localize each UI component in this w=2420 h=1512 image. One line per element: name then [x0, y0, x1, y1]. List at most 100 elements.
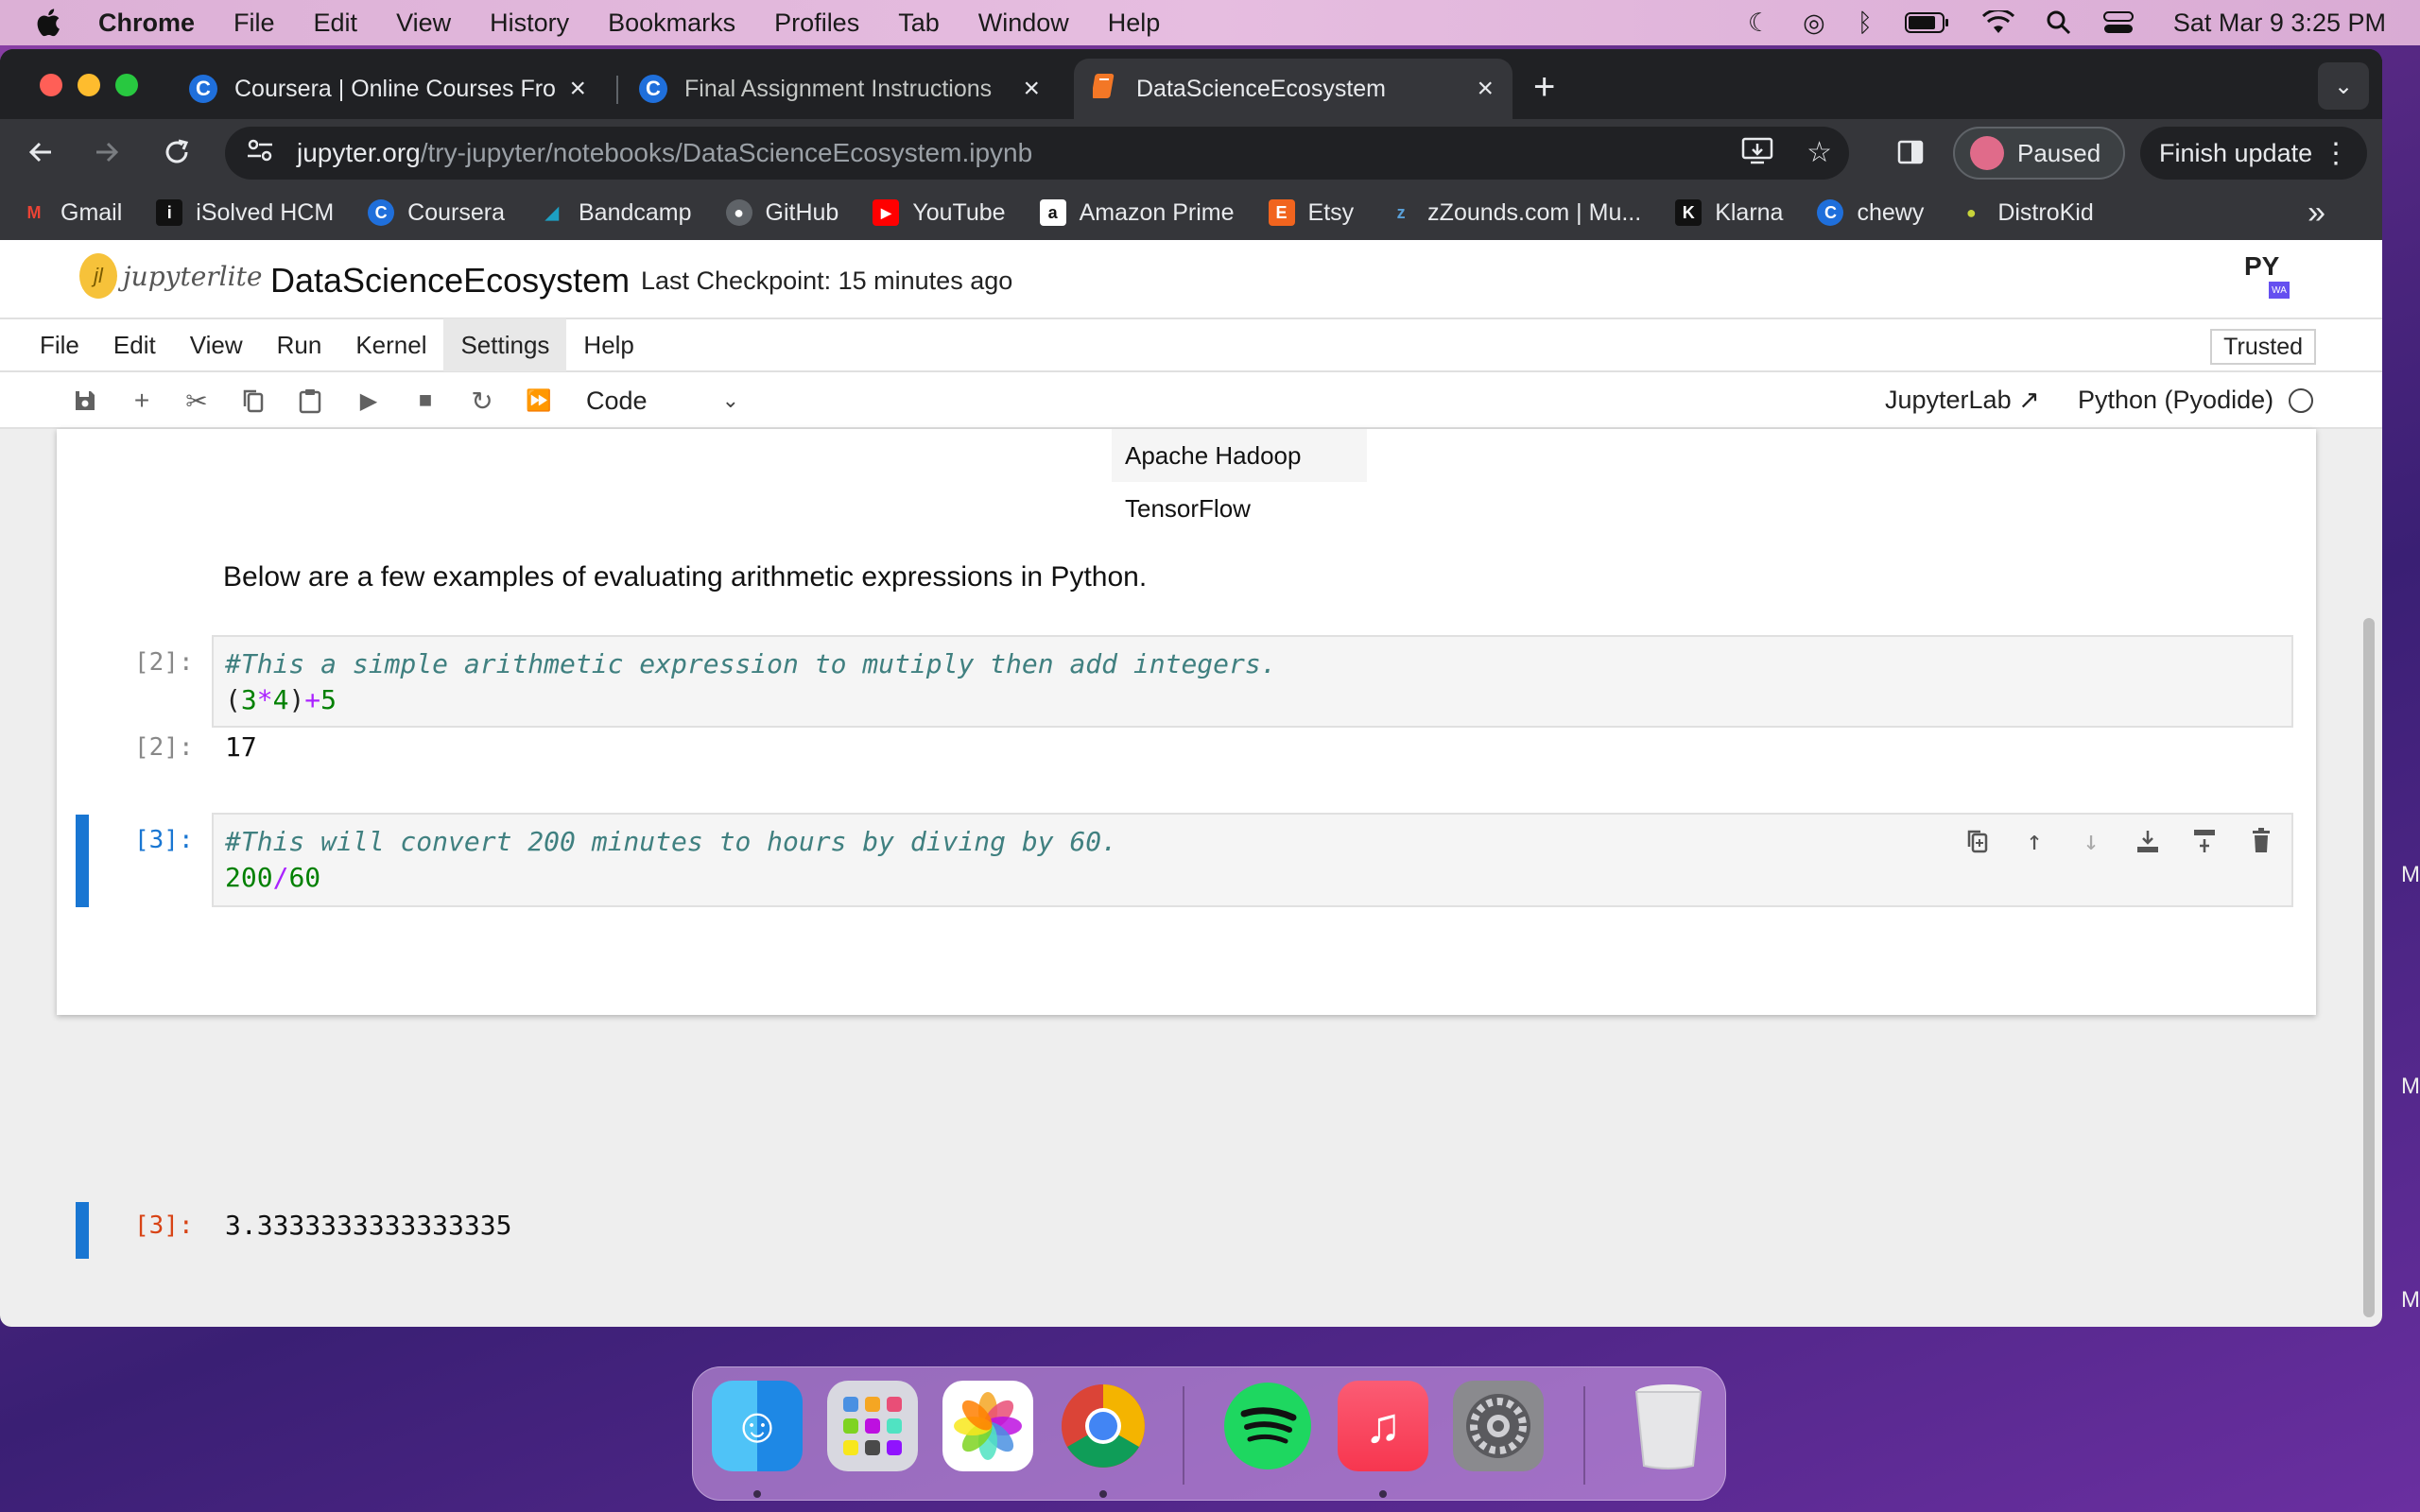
- bookmark-distrokid[interactable]: ● DistroKid: [1958, 199, 2094, 227]
- jmenu-view[interactable]: View: [173, 318, 260, 371]
- restart-icon[interactable]: ↻: [467, 386, 497, 416]
- bookmark-isolved[interactable]: i iSolved HCM: [156, 199, 334, 227]
- menu-history[interactable]: History: [490, 9, 569, 38]
- close-tab-icon[interactable]: ×: [1477, 73, 1494, 105]
- code-token: 4: [272, 684, 289, 715]
- close-tab-icon[interactable]: ×: [569, 73, 586, 105]
- bluetooth-icon[interactable]: ᛒ: [1858, 9, 1873, 38]
- trusted-indicator[interactable]: Trusted: [2210, 329, 2316, 365]
- tab-datascienceecosystem[interactable]: DataScienceEcosystem ×: [1074, 59, 1512, 119]
- stop-icon[interactable]: ■: [410, 386, 441, 416]
- reload-button[interactable]: [155, 130, 199, 174]
- side-panel-icon[interactable]: [1889, 130, 1932, 174]
- menu-help[interactable]: Help: [1108, 9, 1161, 38]
- jmenu-edit[interactable]: Edit: [96, 318, 173, 371]
- finish-update-button[interactable]: Finish update ⋮: [2140, 127, 2367, 180]
- jupyterlite-logo[interactable]: jl jupyterlite: [79, 253, 262, 299]
- back-button[interactable]: [19, 130, 62, 174]
- spotlight-search-icon[interactable]: [2047, 10, 2071, 35]
- notebook-title[interactable]: DataScienceEcosystem: [270, 261, 630, 301]
- save-icon[interactable]: [70, 386, 100, 416]
- menu-window[interactable]: Window: [978, 9, 1069, 38]
- add-cell-icon[interactable]: +: [127, 386, 157, 416]
- delete-cell-icon[interactable]: [2242, 822, 2280, 860]
- move-down-icon[interactable]: ↓: [2072, 822, 2110, 860]
- close-window-button[interactable]: [40, 74, 62, 96]
- apple-icon[interactable]: [34, 7, 66, 39]
- bookmark-gmail[interactable]: M Gmail: [21, 199, 123, 227]
- jmenu-help[interactable]: Help: [566, 318, 650, 371]
- active-output-marker[interactable]: [76, 1202, 89, 1259]
- open-jupyterlab-link[interactable]: JupyterLab ↗: [1885, 386, 2040, 415]
- more-bookmarks-icon[interactable]: »: [2308, 195, 2325, 232]
- active-cell-marker[interactable]: [76, 815, 89, 907]
- minimize-window-button[interactable]: [78, 74, 100, 96]
- run-icon[interactable]: ▶: [354, 386, 384, 416]
- insert-above-icon[interactable]: [2186, 822, 2223, 860]
- chrome-icon[interactable]: [1058, 1381, 1149, 1471]
- zoom-window-button[interactable]: [115, 74, 138, 96]
- bookmark-youtube[interactable]: ▶ YouTube: [873, 199, 1006, 227]
- jmenu-run[interactable]: Run: [260, 318, 339, 371]
- bookmark-star-icon[interactable]: ☆: [1806, 136, 1832, 169]
- menu-app-name[interactable]: Chrome: [98, 9, 195, 38]
- restart-run-all-icon[interactable]: ⏩: [524, 386, 554, 416]
- site-settings-icon[interactable]: [246, 137, 274, 170]
- markdown-cell-text[interactable]: Below are a few examples of evaluating a…: [223, 561, 1147, 593]
- profile-paused-button[interactable]: Paused: [1953, 127, 2125, 180]
- bookmark-amazon-prime[interactable]: a Amazon Prime: [1039, 199, 1235, 227]
- menu-view[interactable]: View: [396, 9, 451, 38]
- new-tab-button[interactable]: +: [1533, 66, 1555, 109]
- spotify-icon[interactable]: [1222, 1381, 1313, 1471]
- bookmark-zzounds[interactable]: z zZounds.com | Mu...: [1388, 199, 1642, 227]
- menu-tab[interactable]: Tab: [898, 9, 940, 38]
- address-bar[interactable]: jupyter.org/try-jupyter/notebooks/DataSc…: [225, 127, 1849, 180]
- tab-coursera[interactable]: C Coursera | Online Courses Fro ×: [170, 59, 605, 119]
- menu-bookmarks[interactable]: Bookmarks: [608, 9, 735, 38]
- bookmark-chewy[interactable]: Cchewy: [1817, 199, 1924, 227]
- wifi-icon[interactable]: [1981, 10, 2014, 35]
- control-center-icon[interactable]: [2102, 10, 2134, 35]
- clock[interactable]: Sat Mar 9 3:25 PM: [2173, 9, 2386, 38]
- tab-final-assignment[interactable]: C Final Assignment Instructions ×: [620, 59, 1059, 119]
- launchpad-icon[interactable]: [827, 1381, 918, 1471]
- moon-icon[interactable]: ☾: [1748, 9, 1771, 38]
- jmenu-kernel[interactable]: Kernel: [338, 318, 443, 371]
- jmenu-settings[interactable]: Settings: [443, 318, 567, 371]
- bookmark-klarna[interactable]: K Klarna: [1675, 199, 1783, 227]
- kernel-status[interactable]: Python (Pyodide): [2078, 386, 2314, 415]
- code-cell-editor[interactable]: #This a simple arithmetic expression to …: [212, 635, 2293, 728]
- bookmark-bandcamp[interactable]: ◢ Bandcamp: [539, 199, 691, 227]
- finder-icon[interactable]: ☺: [712, 1381, 803, 1471]
- forward-button[interactable]: [85, 130, 129, 174]
- bookmark-github[interactable]: ● GitHub: [725, 199, 838, 227]
- macos-dock: ☺ ♫: [692, 1366, 1726, 1501]
- airdrop-icon[interactable]: ◎: [1803, 9, 1825, 38]
- move-up-icon[interactable]: ↑: [2015, 822, 2053, 860]
- py-logo-text: PY: [2244, 251, 2280, 281]
- code-cell-editor[interactable]: #This will convert 200 minutes to hours …: [212, 813, 2293, 907]
- close-tab-icon[interactable]: ×: [1023, 73, 1040, 105]
- menu-profiles[interactable]: Profiles: [774, 9, 859, 38]
- cell-type-select[interactable]: Code ⌄: [586, 384, 743, 418]
- tab-search-button[interactable]: ⌄: [2318, 62, 2369, 110]
- install-app-icon[interactable]: [1741, 136, 1773, 174]
- bookmark-etsy[interactable]: E Etsy: [1268, 199, 1354, 227]
- photos-icon[interactable]: [942, 1381, 1033, 1471]
- jmenu-file[interactable]: File: [23, 318, 96, 371]
- bookmarks-bar: M Gmail i iSolved HCM C Coursera ◢ Bandcamp …: [0, 185, 2382, 240]
- copy-icon[interactable]: [238, 386, 268, 416]
- cut-icon[interactable]: ✂: [182, 386, 212, 416]
- duplicate-cell-icon[interactable]: [1959, 822, 1996, 860]
- menu-edit[interactable]: Edit: [314, 9, 358, 38]
- kebab-menu-icon[interactable]: ⋮: [2322, 137, 2350, 170]
- page-scrollbar[interactable]: [2363, 618, 2375, 1317]
- menu-file[interactable]: File: [233, 9, 275, 38]
- system-settings-icon[interactable]: [1453, 1381, 1544, 1471]
- bookmark-coursera[interactable]: C Coursera: [368, 199, 505, 227]
- insert-below-icon[interactable]: [2129, 822, 2167, 860]
- battery-icon[interactable]: [1904, 11, 1950, 34]
- music-icon[interactable]: ♫: [1338, 1381, 1428, 1471]
- trash-icon[interactable]: [1623, 1381, 1714, 1471]
- paste-icon[interactable]: [295, 386, 325, 416]
